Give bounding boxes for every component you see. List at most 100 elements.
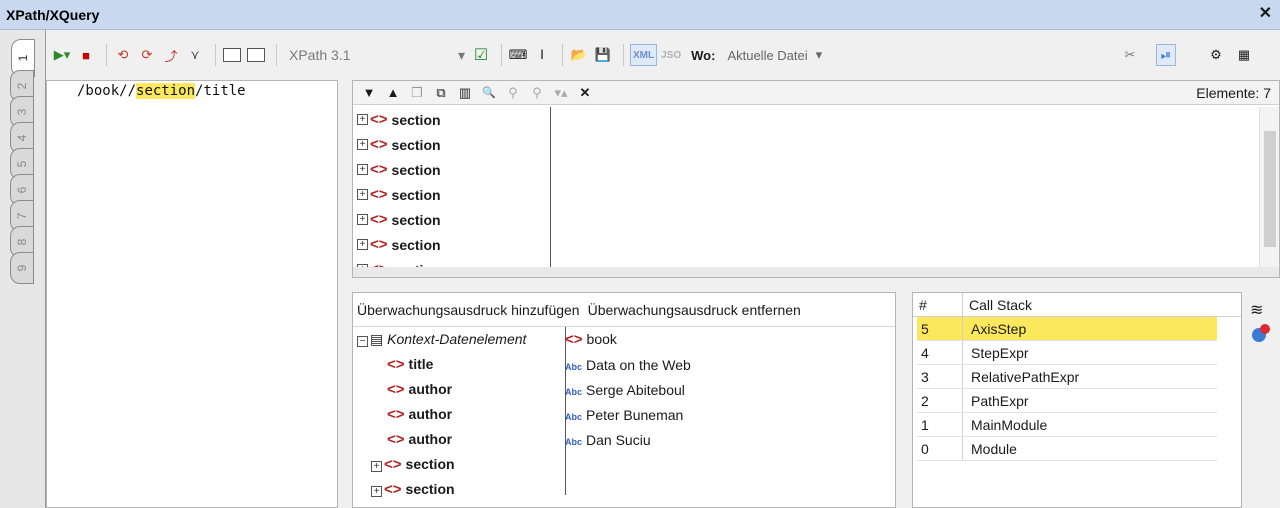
- result-row[interactable]: +<>section: [353, 132, 550, 157]
- gear-icon[interactable]: ⚙: [1206, 44, 1226, 66]
- watch-panel: Überwachungsausdruck hinzufügen Überwach…: [352, 292, 896, 508]
- result-row[interactable]: +<>section: [353, 207, 550, 232]
- copy-all-icon[interactable]: ⧉: [431, 82, 451, 104]
- stack-row[interactable]: 3 RelativePathExpr: [917, 365, 1217, 389]
- element-icon: <>: [370, 211, 388, 228]
- copy-icon[interactable]: ❐: [407, 82, 427, 104]
- json-mode-button[interactable]: JSO: [661, 44, 681, 66]
- text-type-icon: Abc: [565, 411, 583, 422]
- result-count: Elemente: 7: [1196, 85, 1271, 101]
- clear-icon[interactable]: ✕: [575, 82, 595, 104]
- layers-icon[interactable]: ≋: [1250, 300, 1263, 320]
- results-scrollbar[interactable]: [1259, 107, 1279, 273]
- stack-row[interactable]: 4 StepExpr: [917, 341, 1217, 365]
- col-call-stack: Call Stack: [969, 296, 1033, 313]
- element-icon: <>: [565, 331, 583, 348]
- call-stack-panel: # Call Stack 5 AxisStep 4 StepExpr 3 Relati…: [912, 292, 1242, 508]
- scope-label: Wo:: [691, 47, 716, 63]
- expand-icon[interactable]: +: [357, 189, 368, 200]
- stop-icon[interactable]: ■: [76, 44, 96, 66]
- watch-row[interactable]: + <> section: [353, 452, 893, 477]
- step-over-icon[interactable]: ⟳: [137, 44, 157, 66]
- open-file-icon[interactable]: 📂: [569, 44, 589, 66]
- layout-icon[interactable]: ▦: [1234, 44, 1254, 66]
- sort-icon[interactable]: ▾▴: [551, 82, 571, 104]
- expression-editor[interactable]: /book//section/title: [46, 80, 338, 508]
- previous-icon[interactable]: ▲: [383, 82, 403, 104]
- xpath-expression[interactable]: /book//section/title: [77, 83, 246, 99]
- version-select[interactable]: XPath 3.1 ▾: [283, 43, 471, 67]
- expand-icon[interactable]: +: [357, 139, 368, 150]
- run-debug-icon[interactable]: ▶▾: [52, 44, 72, 66]
- title-bar: XPath/XQuery ✕: [0, 0, 1280, 30]
- close-icon[interactable]: ✕: [1259, 6, 1272, 22]
- chevron-down-icon: ▾: [815, 47, 823, 62]
- stack-row[interactable]: 1 MainModule: [917, 413, 1217, 437]
- grid-icon[interactable]: ▥: [455, 82, 475, 104]
- watch-row[interactable]: + <> section: [353, 477, 893, 502]
- next-icon[interactable]: ▼: [359, 82, 379, 104]
- stack-row[interactable]: 5 AxisStep: [917, 317, 1217, 341]
- watch-row[interactable]: <> author Abc Serge Abiteboul: [353, 377, 893, 402]
- element-icon: <>: [384, 481, 402, 498]
- element-icon: <>: [384, 456, 402, 473]
- chevron-down-icon: ▾: [457, 46, 465, 63]
- col-number: #: [913, 293, 963, 316]
- element-icon: <>: [387, 431, 405, 448]
- results-toolbar: ▼ ▲ ❐ ⧉ ▥ 🔍 ⚲ ⚲ ▾▴ ✕ Elemente: 7: [353, 81, 1279, 105]
- text-type-icon: Abc: [565, 361, 583, 372]
- expand-icon[interactable]: +: [357, 239, 368, 250]
- main-toolbar: ▶▾ ■ ⟲ ⟳ ⤴ ⋎ XPath 3.1 ▾ ☑ ⌨ Ⅰ 📂 💾 XML J…: [46, 30, 1280, 80]
- watch-row[interactable]: <> author Abc Dan Suciu: [353, 427, 893, 452]
- result-row[interactable]: +<>section: [353, 157, 550, 182]
- tools-icon[interactable]: ✂: [1120, 44, 1140, 66]
- element-icon: <>: [370, 186, 388, 203]
- expand-icon[interactable]: +: [357, 114, 368, 125]
- element-icon: <>: [387, 356, 405, 373]
- cursor-icon[interactable]: Ⅰ: [532, 44, 552, 66]
- scrollbar-thumb[interactable]: [1264, 131, 1276, 247]
- tab-9[interactable]: 9: [10, 252, 34, 284]
- expand-icon[interactable]: +: [371, 461, 382, 472]
- step-into-icon[interactable]: ⟲: [113, 44, 133, 66]
- find-prev-icon[interactable]: ⚲: [527, 82, 547, 104]
- toggle-breakpoint-icon[interactable]: [222, 44, 242, 66]
- editor-gutter: [47, 81, 71, 507]
- add-watch-button[interactable]: Überwachungsausdruck hinzufügen: [357, 302, 580, 318]
- text-type-icon: Abc: [565, 436, 583, 447]
- collapse-icon[interactable]: −: [357, 336, 368, 347]
- remove-watch-button[interactable]: Überwachungsausdruck entfernen: [588, 302, 801, 318]
- expand-icon[interactable]: +: [371, 486, 382, 497]
- result-row[interactable]: +<>section: [353, 107, 550, 132]
- expression-tabs: 1 2 3 4 5 6 7 8 9: [0, 30, 46, 508]
- watch-row-context[interactable]: − ▤ Kontext-Datenelement <> book: [353, 327, 893, 352]
- watch-row[interactable]: <> author Abc Peter Buneman: [353, 402, 893, 427]
- step-out-icon[interactable]: ⤴: [161, 44, 181, 66]
- document-icon: ▤: [370, 331, 384, 347]
- scope-select[interactable]: Aktuelle Datei ▾: [727, 44, 822, 66]
- results-hscrollbar[interactable]: [353, 267, 1279, 277]
- find-next-icon[interactable]: ⚲: [503, 82, 523, 104]
- results-panel: ▼ ▲ ❐ ⧉ ▥ 🔍 ⚲ ⚲ ▾▴ ✕ Elemente: 7 + <> sect…: [352, 80, 1280, 278]
- result-row[interactable]: +<>section: [353, 182, 550, 207]
- search-icon[interactable]: 🔍: [479, 82, 499, 104]
- window-title: XPath/XQuery: [6, 6, 100, 23]
- stack-row[interactable]: 2 PathExpr: [917, 389, 1217, 413]
- element-icon: <>: [370, 111, 388, 128]
- check-mode-icon[interactable]: ☑: [471, 44, 491, 66]
- text-view-icon[interactable]: ⌨: [508, 44, 528, 66]
- xml-mode-button[interactable]: XML: [630, 44, 658, 66]
- debug-toggle-icon[interactable]: ⏯: [1156, 44, 1176, 66]
- result-list: + <> section + <> section + <> section + <> sect…: [353, 107, 551, 273]
- toggle-tracepoint-icon[interactable]: [246, 44, 266, 66]
- stack-row[interactable]: 0 Module: [917, 437, 1217, 461]
- save-file-icon[interactable]: 💾: [593, 44, 613, 66]
- breakpoint-icon[interactable]: ⋎: [185, 44, 205, 66]
- element-icon: <>: [387, 406, 405, 423]
- text-type-icon: Abc: [565, 386, 583, 397]
- xpath-window: XPath/XQuery ✕ 1 2 3 4 5 6 7 8 9 ▶▾ ■ ⟲ …: [0, 0, 1280, 508]
- watch-row[interactable]: <> title Abc Data on the Web: [353, 352, 893, 377]
- expand-icon[interactable]: +: [357, 214, 368, 225]
- result-row[interactable]: +<>section: [353, 232, 550, 257]
- expand-icon[interactable]: +: [357, 164, 368, 175]
